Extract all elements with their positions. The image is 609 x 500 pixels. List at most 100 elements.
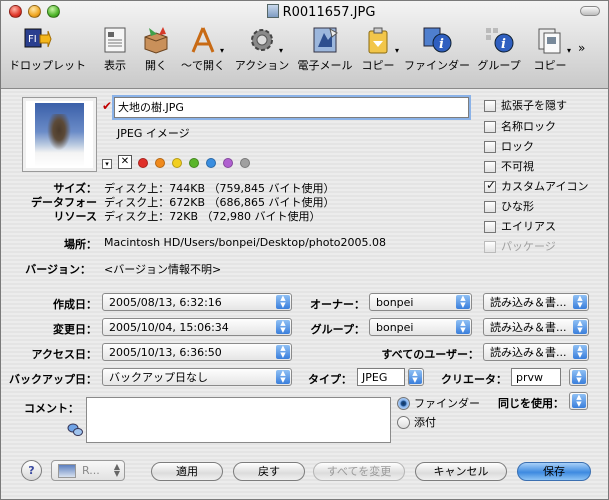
label-menu-button[interactable]: ▾	[102, 159, 112, 169]
stationery-checkbox[interactable]: ひな形	[484, 200, 534, 215]
accessed-date-popup[interactable]: 2005/10/13, 6:36:50 ▲ ▼	[102, 343, 292, 361]
attach-radio[interactable]: 添付	[397, 416, 436, 430]
checkbox-box[interactable]	[484, 161, 496, 173]
recent-file-label: R...	[82, 464, 100, 477]
everyone-access-popup[interactable]: 読み込み＆書... ▲ ▼	[483, 343, 589, 361]
label-blue[interactable]	[206, 158, 216, 168]
title-bar: R0011657.JPG FI ドロップレット 表示 開く ▾ 〜で開く ▾ ア…	[1, 1, 608, 89]
email-icon	[310, 25, 340, 55]
minimize-window-button[interactable]	[28, 5, 41, 18]
created-date-popup[interactable]: 2005/08/13, 6:32:16 ▲ ▼	[102, 293, 292, 311]
checkbox-box[interactable]	[484, 141, 496, 153]
invisible-checkbox[interactable]: 不可視	[484, 160, 534, 175]
type-popup[interactable]: ▲ ▼	[408, 368, 424, 386]
checkbox-label: パッケージ	[501, 240, 556, 253]
help-button[interactable]: ?	[21, 460, 42, 481]
name-lock-checkbox[interactable]: 名称ロック	[484, 120, 556, 135]
cancel-button[interactable]: キャンセル	[415, 462, 507, 481]
lock-checkbox[interactable]: ロック	[484, 140, 534, 155]
close-window-button[interactable]	[9, 5, 22, 18]
finder-radio[interactable]: ファインダー	[397, 397, 480, 411]
location-label: 場所：	[64, 238, 97, 251]
checkbox-box[interactable]	[484, 100, 496, 112]
label-green[interactable]	[189, 158, 199, 168]
label-none-button[interactable]: ✕	[118, 155, 132, 169]
group-access-popup[interactable]: 読み込み＆書... ▲ ▼	[483, 318, 589, 336]
checkbox-box[interactable]	[484, 241, 496, 253]
recent-file-popup[interactable]: R... ▲ ▼	[51, 460, 125, 481]
save-button[interactable]: 保存	[517, 462, 591, 481]
creator-field[interactable]: prvw	[511, 368, 561, 386]
toolbar-droplet-button[interactable]: FI ドロップレット	[9, 25, 86, 77]
same-use-popup[interactable]: ▲ ▼	[569, 392, 588, 410]
resource-label: リソース	[53, 210, 97, 223]
owner-access-popup[interactable]: 読み込み＆書... ▲ ▼	[483, 293, 589, 311]
label-purple[interactable]	[223, 158, 233, 168]
label-yellow[interactable]	[172, 158, 182, 168]
toolbar-overflow-button[interactable]: »	[578, 41, 585, 55]
toolbar-email-button[interactable]: 電子メール	[297, 25, 353, 77]
copy-doc-icon: ▾	[535, 25, 571, 55]
zoom-window-button[interactable]	[47, 5, 60, 18]
toolbar-action-button[interactable]: ▾ アクション	[233, 25, 291, 77]
label-red[interactable]	[138, 158, 148, 168]
size-value: ディスク上：744KB （759,845 バイト使用）	[104, 182, 335, 195]
modified-label: 変更日：	[53, 323, 97, 336]
action-gear-icon: ▾	[247, 25, 283, 55]
hide-extension-checkbox[interactable]: 拡張子を隠す	[484, 99, 567, 114]
open-with-icon: ▾	[188, 25, 224, 55]
same-use-label: 同じを使用：	[498, 397, 564, 410]
checkbox-label: ひな形	[501, 200, 534, 213]
checkbox-label: エイリアス	[501, 220, 556, 233]
checkbox-box[interactable]	[484, 121, 496, 133]
type-field[interactable]: JPEG	[357, 368, 405, 386]
backup-date-popup[interactable]: バックアップ日なし ▲ ▼	[102, 368, 292, 386]
popup-arrows-icon: ▲ ▼	[276, 295, 290, 309]
popup-arrows-icon: ▲ ▼	[456, 320, 470, 334]
apply-button[interactable]: 適用	[151, 462, 223, 481]
svg-text:i: i	[439, 37, 444, 52]
modified-date-popup[interactable]: 2005/10/04, 15:06:34 ▲ ▼	[102, 318, 292, 336]
version-value: <バージョン情報不明>	[104, 263, 222, 276]
popup-value: 2005/10/13, 6:36:50	[109, 346, 222, 359]
label-gray[interactable]	[240, 158, 250, 168]
resource-value: ディスク上：72KB （72,980 バイト使用）	[104, 210, 321, 223]
package-checkbox[interactable]: パッケージ	[484, 240, 556, 255]
toolbar-label: 表示	[104, 59, 126, 72]
toolbar-copy-doc-button[interactable]: ▾ コピー	[530, 25, 571, 77]
toolbar-open-button[interactable]: 開く	[139, 25, 173, 77]
radio-label: ファインダー	[414, 397, 480, 410]
popup-value: 読み込み＆書...	[490, 296, 567, 309]
popup-value: 2005/08/13, 6:32:16	[109, 296, 222, 309]
toolbar-copy-button[interactable]: ▾ コピー	[358, 25, 399, 77]
toolbar-label: 〜で開く	[181, 59, 225, 72]
label-orange[interactable]	[155, 158, 165, 168]
group-popup[interactable]: bonpei ▲ ▼	[369, 318, 472, 336]
revert-button[interactable]: 戻す	[233, 462, 305, 481]
creator-popup[interactable]: ▲ ▼	[569, 368, 588, 386]
speech-bubble-icon[interactable]	[67, 423, 83, 437]
toolbar-group-button[interactable]: i グループ	[475, 25, 523, 77]
window-title-text: R0011657.JPG	[282, 5, 376, 20]
filename-field[interactable]: 大地の樹.JPG	[114, 97, 469, 118]
checkbox-label: ロック	[501, 140, 534, 153]
toolbar-view-button[interactable]: 表示	[98, 25, 132, 77]
radio-dot[interactable]	[397, 416, 410, 429]
popup-value: バックアップ日なし	[109, 371, 208, 384]
file-preview-image[interactable]	[22, 97, 97, 172]
checkbox-box[interactable]	[484, 221, 496, 233]
custom-icon-checkbox[interactable]: カスタムアイコン	[484, 179, 588, 195]
popup-arrows-icon: ▲ ▼	[573, 345, 587, 359]
toolbar-toggle-button[interactable]	[580, 6, 600, 16]
toolbar-finder-button[interactable]: i ファインダー	[403, 25, 471, 77]
alias-checkbox[interactable]: エイリアス	[484, 220, 556, 235]
checkbox-box[interactable]	[484, 201, 496, 213]
toolbar-open-with-button[interactable]: ▾ 〜で開く	[180, 25, 226, 77]
owner-popup[interactable]: bonpei ▲ ▼	[369, 293, 472, 311]
apply-all-button[interactable]: すべてを変更	[313, 462, 405, 481]
type-label: タイプ：	[308, 373, 352, 386]
checkbox-box[interactable]	[484, 179, 496, 193]
comment-field[interactable]	[86, 397, 391, 443]
radio-dot[interactable]	[397, 397, 410, 410]
checkbox-label: 名称ロック	[501, 120, 556, 133]
